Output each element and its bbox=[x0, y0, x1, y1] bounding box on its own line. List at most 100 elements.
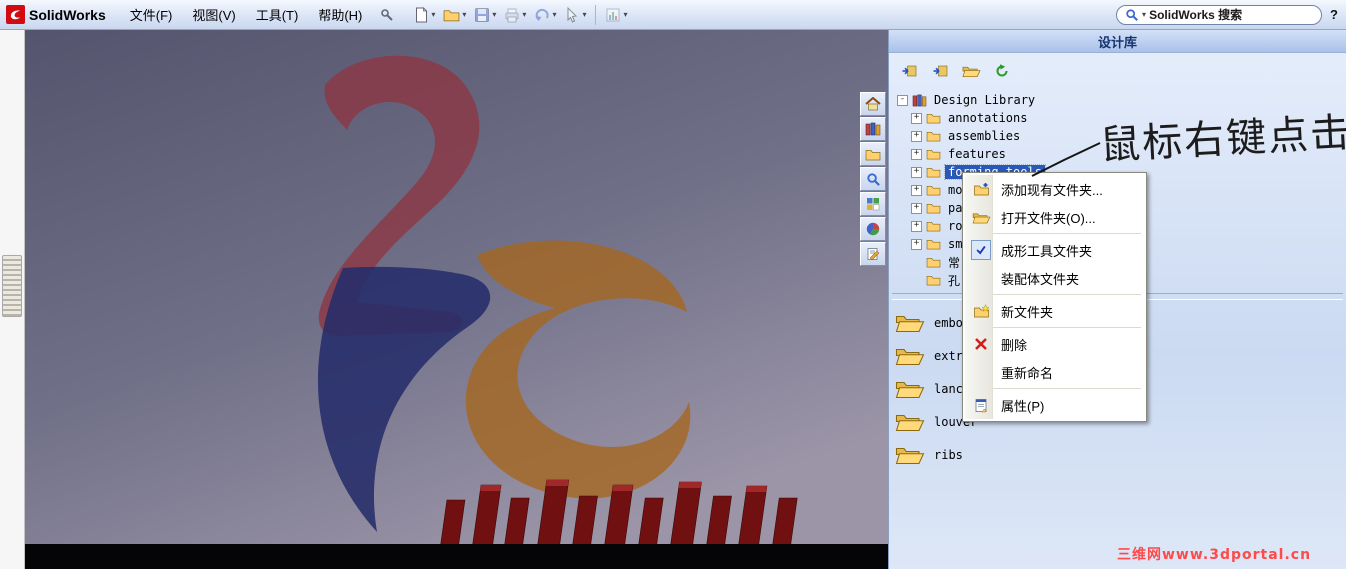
tab-search[interactable] bbox=[860, 167, 886, 191]
folder-icon bbox=[926, 112, 941, 124]
splash-artwork bbox=[25, 30, 888, 569]
tree-item-label: annotations bbox=[948, 111, 1028, 125]
search-box[interactable]: ▾ SolidWorks 搜索 bbox=[1116, 4, 1323, 25]
add-to-library-icon bbox=[901, 64, 918, 78]
menu-tools[interactable]: 工具(T) bbox=[246, 1, 309, 28]
new-folder-icon bbox=[973, 304, 990, 318]
watermark-text: 三维网www.3dportal.cn bbox=[1117, 547, 1312, 563]
tree-item-assemblies[interactable]: + assemblies bbox=[897, 127, 1346, 145]
library-folder-ribs[interactable]: ribs bbox=[895, 438, 1340, 471]
context-menu-item-label: 添加现有文件夹... bbox=[1001, 182, 1103, 198]
tree-expand-icon[interactable]: + bbox=[911, 130, 922, 142]
new-document-button[interactable] bbox=[410, 4, 439, 26]
context-menu-item-forming-tools-folder[interactable]: 成形工具文件夹 bbox=[965, 236, 1144, 264]
menu-separator bbox=[968, 388, 1141, 389]
tree-item-label: assemblies bbox=[948, 129, 1021, 143]
tab-view-palette[interactable] bbox=[860, 192, 886, 216]
folder-icon bbox=[926, 238, 941, 250]
search-icon bbox=[1125, 8, 1139, 22]
context-menu-item-delete[interactable]: 删除 bbox=[965, 330, 1144, 358]
save-icon bbox=[474, 7, 490, 23]
add-existing-folder-icon bbox=[973, 182, 990, 196]
open-folder-icon bbox=[962, 64, 981, 78]
home-icon bbox=[865, 97, 881, 111]
folder-icon bbox=[926, 274, 941, 286]
open-folder-icon bbox=[895, 378, 925, 399]
chart-icon bbox=[605, 7, 621, 23]
tree-expand-icon[interactable]: + bbox=[911, 202, 922, 214]
search-dropdown-icon[interactable]: ▾ bbox=[1142, 10, 1146, 19]
tree-collapse-icon[interactable]: - bbox=[897, 94, 908, 106]
tree-item-design-library[interactable]: - Design Library bbox=[897, 91, 1346, 109]
refresh-button[interactable] bbox=[990, 60, 1014, 81]
open-folder-icon bbox=[895, 411, 925, 432]
add-file-to-library-icon bbox=[932, 64, 949, 78]
tree-item-annotations[interactable]: + annotations bbox=[897, 109, 1346, 127]
context-menu-item-new-folder[interactable]: 新文件夹 bbox=[965, 297, 1144, 325]
print-button[interactable] bbox=[500, 4, 530, 26]
panel-splitter-handle[interactable] bbox=[2, 255, 22, 317]
pin-icon[interactable] bbox=[380, 8, 394, 22]
folder-icon bbox=[926, 166, 941, 178]
folder-icon bbox=[926, 220, 941, 232]
tree-item-features[interactable]: + features bbox=[897, 145, 1346, 163]
print-icon bbox=[504, 7, 520, 23]
tab-file-explorer[interactable] bbox=[860, 142, 886, 166]
tab-appearances[interactable] bbox=[860, 217, 886, 241]
task-pane-tabs bbox=[860, 92, 888, 267]
context-menu-item-open-folder[interactable]: 打开文件夹(O)... bbox=[965, 203, 1144, 231]
tree-expand-icon[interactable]: + bbox=[911, 166, 922, 178]
context-menu-item-add-existing-folder[interactable]: 添加现有文件夹... bbox=[965, 175, 1144, 203]
left-panel-gutter bbox=[0, 30, 25, 569]
context-menu-item-label: 删除 bbox=[1001, 337, 1028, 353]
tab-solidworks-resources[interactable] bbox=[860, 92, 886, 116]
menu-separator bbox=[968, 294, 1141, 295]
tree-item-label: 常 bbox=[948, 255, 961, 270]
tab-custom-properties[interactable] bbox=[860, 242, 886, 266]
folder-icon bbox=[926, 184, 941, 196]
context-menu-item-assembly-folder[interactable]: 装配体文件夹 bbox=[965, 264, 1144, 292]
open-library-folder-button[interactable] bbox=[959, 60, 983, 81]
tab-design-library[interactable] bbox=[860, 117, 886, 141]
menu-separator bbox=[968, 233, 1141, 234]
add-file-to-library-button[interactable] bbox=[928, 60, 952, 81]
tree-item-label: features bbox=[948, 147, 1006, 161]
properties-icon bbox=[974, 398, 988, 413]
save-button[interactable] bbox=[470, 4, 500, 26]
context-menu-item-label: 装配体文件夹 bbox=[1001, 271, 1080, 287]
context-menu: 添加现有文件夹... 打开文件夹(O)... 成形工具文件夹 装配体文件夹 新文… bbox=[962, 172, 1147, 422]
graphics-viewport[interactable] bbox=[25, 30, 888, 569]
context-menu-item-properties[interactable]: 属性(P) bbox=[965, 391, 1144, 419]
folder-icon bbox=[926, 256, 941, 268]
tree-item-label: 孔 bbox=[948, 273, 961, 288]
open-folder-icon bbox=[972, 211, 991, 224]
undo-button[interactable] bbox=[530, 4, 560, 26]
folder-icon bbox=[926, 148, 941, 160]
search-input[interactable]: SolidWorks 搜索 bbox=[1149, 6, 1242, 23]
context-menu-item-rename[interactable]: 重新命名 bbox=[965, 358, 1144, 386]
menu-help[interactable]: 帮助(H) bbox=[308, 1, 372, 28]
add-to-library-button[interactable] bbox=[897, 60, 921, 81]
tree-expand-icon[interactable]: + bbox=[911, 184, 922, 196]
menu-file[interactable]: 文件(F) bbox=[120, 1, 183, 28]
library-folder-label: ribs bbox=[934, 447, 963, 462]
tree-expand-icon[interactable]: + bbox=[911, 112, 922, 124]
select-button[interactable] bbox=[560, 4, 590, 26]
standard-toolbar bbox=[410, 4, 631, 26]
tree-expand-icon[interactable]: + bbox=[911, 148, 922, 160]
checkmark-icon bbox=[971, 240, 991, 260]
tree-expand-icon[interactable]: + bbox=[911, 220, 922, 232]
search-icon bbox=[866, 172, 881, 187]
help-button[interactable]: ? bbox=[1330, 7, 1338, 22]
solidworks-app-icon bbox=[6, 5, 25, 24]
sketch-chart-button[interactable] bbox=[601, 4, 631, 26]
menu-view[interactable]: 视图(V) bbox=[182, 1, 245, 28]
open-button[interactable] bbox=[439, 5, 470, 25]
toolbar-separator bbox=[595, 4, 597, 25]
tree-expand-icon[interactable]: + bbox=[911, 238, 922, 250]
task-pane-title: 设计库 bbox=[889, 30, 1346, 53]
new-document-icon bbox=[414, 7, 429, 23]
folder-icon bbox=[926, 202, 941, 214]
context-menu-item-label: 打开文件夹(O)... bbox=[1001, 210, 1096, 226]
menu-bar: SolidWorks 文件(F) 视图(V) 工具(T) 帮助(H) ▾ Sol… bbox=[0, 0, 1346, 30]
